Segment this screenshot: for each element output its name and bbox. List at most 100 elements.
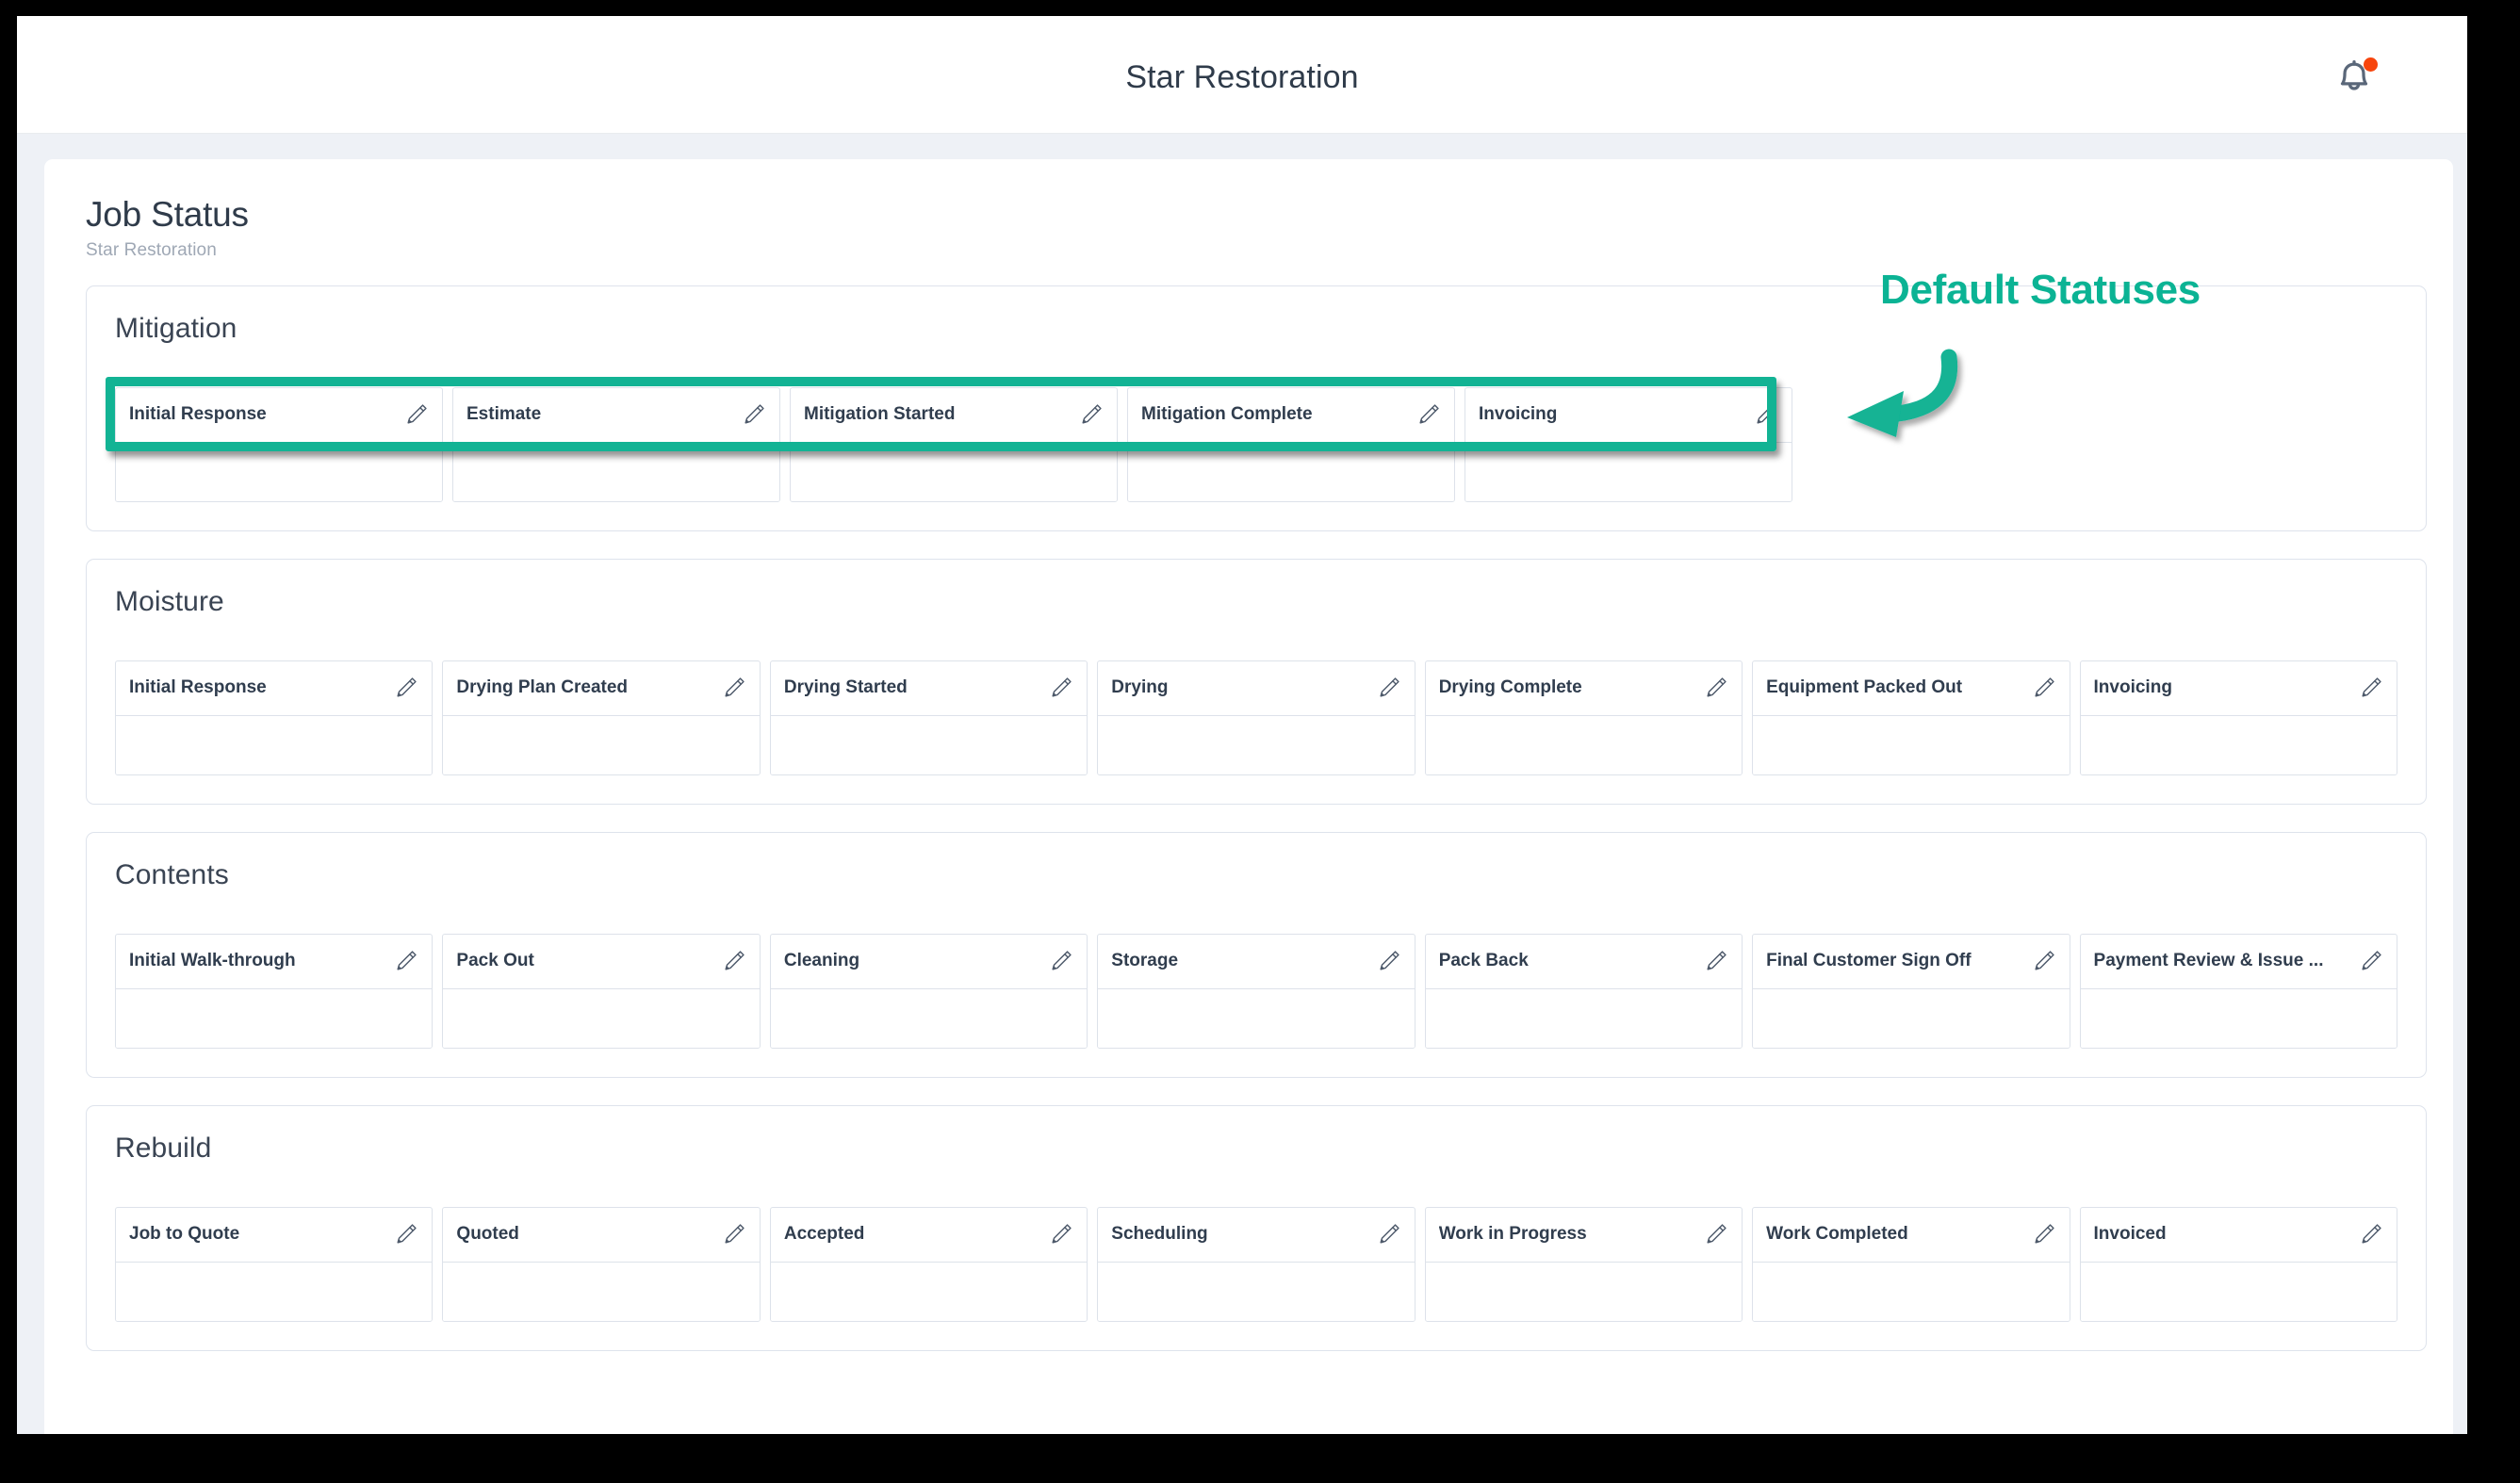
pencil-icon (2362, 1224, 2381, 1244)
pencil-icon (1052, 1224, 1072, 1244)
edit-status-button[interactable] (1047, 947, 1075, 975)
edit-status-button[interactable] (402, 400, 431, 429)
status-card-body[interactable] (1425, 988, 1743, 1048)
status-card-body[interactable] (1128, 442, 1454, 501)
edit-status-button[interactable] (720, 674, 748, 702)
status-label: Pack Back (1438, 951, 1529, 971)
status-label: Mitigation Complete (1141, 404, 1313, 425)
status-label: Scheduling (1111, 1224, 1208, 1245)
edit-status-button[interactable] (2357, 674, 2385, 702)
pencil-icon (1082, 404, 1102, 424)
status-card-body[interactable] (2080, 715, 2397, 774)
pencil-icon (1707, 677, 1726, 697)
status-card-body[interactable] (116, 442, 442, 501)
status-card-header: Work Completed (1753, 1208, 2070, 1263)
status-card: Work in Progress (1424, 1206, 1743, 1322)
annotation-label: Default Statuses (1880, 266, 2201, 313)
page-background: Job Status Star Restoration Mitigation In… (17, 134, 2467, 1434)
status-card-body[interactable] (116, 715, 433, 774)
status-card-body[interactable] (1753, 715, 2070, 774)
status-card-row: Initial Walk-through Pack Out Cleaning Stor… (115, 933, 2397, 1049)
edit-status-button[interactable] (1415, 400, 1443, 429)
pencil-icon (725, 951, 745, 970)
status-label: Drying Complete (1438, 677, 1582, 698)
status-card-body[interactable] (770, 1262, 1088, 1321)
edit-status-button[interactable] (1375, 1220, 1403, 1248)
status-label: Pack Out (456, 951, 534, 971)
edit-status-button[interactable] (720, 1220, 748, 1248)
status-card-body[interactable] (791, 442, 1117, 501)
status-card: Work Completed (1752, 1206, 2070, 1322)
status-card-header: Invoicing (2080, 661, 2397, 716)
status-card-body[interactable] (1425, 1262, 1743, 1321)
status-label: Equipment Packed Out (1766, 677, 1963, 698)
edit-status-button[interactable] (1702, 1220, 1730, 1248)
pencil-icon (2035, 951, 2054, 970)
status-card-body[interactable] (453, 442, 779, 501)
status-card: Drying Complete (1424, 660, 1743, 775)
status-card-body[interactable] (1753, 988, 2070, 1048)
edit-status-button[interactable] (392, 1220, 420, 1248)
status-card-body[interactable] (1098, 988, 1415, 1048)
edit-status-button[interactable] (392, 674, 420, 702)
status-card-body[interactable] (2080, 1262, 2397, 1321)
status-card-body[interactable] (443, 988, 760, 1048)
status-card-body[interactable] (116, 988, 433, 1048)
status-card: Job to Quote (115, 1206, 434, 1322)
notifications-button[interactable] (2332, 57, 2378, 102)
pencil-icon (397, 1224, 417, 1244)
status-card-body[interactable] (116, 1262, 433, 1321)
status-card-header: Equipment Packed Out (1753, 661, 2070, 716)
status-card-body[interactable] (770, 715, 1088, 774)
section-title: Moisture (115, 585, 224, 617)
pencil-icon (2362, 677, 2381, 697)
edit-status-button[interactable] (2357, 947, 2385, 975)
status-card-body[interactable] (443, 715, 760, 774)
status-card-body[interactable] (1465, 442, 1792, 501)
status-card-body[interactable] (1753, 1262, 2070, 1321)
app-header-bar: Star Restoration (17, 16, 2467, 134)
status-card-body[interactable] (2080, 988, 2397, 1048)
pencil-icon (745, 404, 764, 424)
edit-status-button[interactable] (1752, 400, 1780, 429)
edit-status-button[interactable] (1375, 947, 1403, 975)
status-card-body[interactable] (1098, 715, 1415, 774)
edit-status-button[interactable] (720, 947, 748, 975)
status-card-header: Job to Quote (116, 1208, 433, 1263)
edit-status-button[interactable] (2030, 1220, 2058, 1248)
status-card: Payment Review & Issue ... (2079, 933, 2397, 1049)
app-window: Star Restoration Job Status Star Restora… (17, 16, 2467, 1434)
edit-status-button[interactable] (1077, 400, 1105, 429)
edit-status-button[interactable] (1702, 674, 1730, 702)
job-status-sections: Mitigation Initial Response Estimate Mitiga… (44, 261, 2453, 1351)
status-card-body[interactable] (770, 988, 1088, 1048)
status-card: Invoiced (2079, 1206, 2397, 1322)
pencil-icon (1052, 951, 1072, 970)
edit-status-button[interactable] (1375, 674, 1403, 702)
edit-status-button[interactable] (2030, 947, 2058, 975)
pencil-icon (1757, 404, 1776, 424)
edit-status-button[interactable] (1047, 1220, 1075, 1248)
status-card: Mitigation Started (790, 386, 1118, 502)
section-title: Mitigation (115, 312, 237, 344)
status-label: Invoicing (1479, 404, 1558, 425)
edit-status-button[interactable] (740, 400, 768, 429)
edit-status-button[interactable] (1702, 947, 1730, 975)
edit-status-button[interactable] (2357, 1220, 2385, 1248)
status-label: Job to Quote (129, 1224, 240, 1245)
status-card-body[interactable] (1098, 1262, 1415, 1321)
status-card: Cleaning (769, 933, 1088, 1049)
edit-status-button[interactable] (392, 947, 420, 975)
status-card-header: Cleaning (770, 935, 1088, 989)
edit-status-button[interactable] (1047, 674, 1075, 702)
status-label: Invoicing (2093, 677, 2172, 698)
status-card: Initial Response (115, 660, 434, 775)
status-label: Drying (1111, 677, 1169, 698)
status-card-body[interactable] (443, 1262, 760, 1321)
section-panel-mitigation: Mitigation Initial Response Estimate Mitiga… (86, 267, 2427, 531)
status-card: Mitigation Complete (1127, 386, 1455, 502)
status-card-row: Initial Response Drying Plan Created Dryin… (115, 660, 2397, 775)
edit-status-button[interactable] (2030, 674, 2058, 702)
status-card-header: Initial Response (116, 388, 442, 443)
status-card-body[interactable] (1425, 715, 1743, 774)
